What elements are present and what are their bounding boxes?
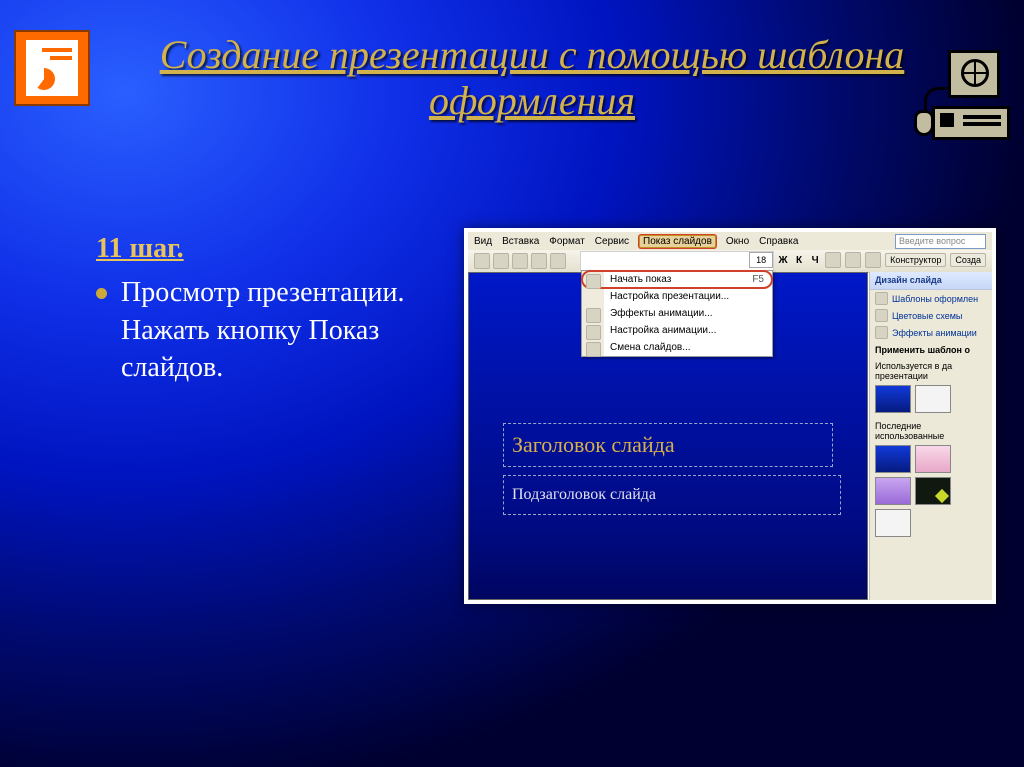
- menu-item-label: Настройка анимации...: [610, 325, 716, 336]
- align-icon[interactable]: [825, 252, 841, 268]
- star-icon: [586, 325, 601, 340]
- slideshow-dropdown: Начать показ F5 Настройка презентации...…: [581, 270, 773, 357]
- font-size-field[interactable]: 18: [749, 252, 773, 268]
- bullet-icon: [96, 288, 107, 299]
- toolbar-icon[interactable]: [550, 253, 566, 269]
- menu-view[interactable]: Вид: [474, 236, 492, 247]
- pane-link-anim[interactable]: Эффекты анимации: [870, 324, 992, 341]
- transition-icon: [586, 342, 601, 357]
- menu-item-custom-anim[interactable]: Настройка анимации...: [582, 322, 772, 339]
- menu-item-label: Эффекты анимации...: [610, 308, 713, 319]
- template-thumb[interactable]: [915, 477, 951, 505]
- menu-item-transition[interactable]: Смена слайдов...: [582, 339, 772, 356]
- menu-format[interactable]: Формат: [549, 236, 585, 247]
- toolbar-icon[interactable]: [512, 253, 528, 269]
- italic-button[interactable]: К: [793, 255, 805, 266]
- toolbar-icon[interactable]: [493, 253, 509, 269]
- pane-link-templates[interactable]: Шаблоны оформлен: [870, 290, 992, 307]
- subtitle-placeholder[interactable]: Подзаголовок слайда: [503, 475, 841, 515]
- star-icon: [586, 308, 601, 323]
- projector-icon: [586, 274, 601, 289]
- menu-item-start-show[interactable]: Начать показ F5: [582, 271, 772, 288]
- pane-thumbs-recent: [870, 443, 992, 541]
- toolbar-icon[interactable]: [474, 253, 490, 269]
- template-thumb[interactable]: [915, 445, 951, 473]
- menubar: Вид Вставка Формат Сервис Показ слайдов …: [468, 232, 992, 251]
- designer-button[interactable]: Конструктор: [885, 253, 946, 267]
- create-button[interactable]: Созда: [950, 253, 986, 267]
- menu-item-label: Настройка презентации...: [610, 291, 729, 302]
- menu-item-setup-show[interactable]: Настройка презентации...: [582, 288, 772, 305]
- template-thumb[interactable]: [875, 385, 911, 413]
- slide-title: Создание презентации с помощью шаблона о…: [150, 32, 914, 124]
- pane-apply-label: Применить шаблон о: [870, 341, 992, 357]
- pane-link-colors[interactable]: Цветовые схемы: [870, 307, 992, 324]
- presentation-icon: [14, 30, 90, 106]
- title-placeholder[interactable]: Заголовок слайда: [503, 423, 833, 467]
- menu-item-shortcut: F5: [752, 274, 764, 285]
- template-thumb[interactable]: [915, 385, 951, 413]
- menu-help[interactable]: Справка: [759, 236, 798, 247]
- pane-header: Дизайн слайда: [870, 272, 992, 290]
- menu-slideshow[interactable]: Показ слайдов: [639, 235, 716, 248]
- align-icon[interactable]: [845, 252, 861, 268]
- design-task-pane: Дизайн слайда Шаблоны оформлен Цветовые …: [869, 272, 992, 600]
- align-icon[interactable]: [865, 252, 881, 268]
- menu-insert[interactable]: Вставка: [502, 236, 539, 247]
- template-thumb[interactable]: [875, 477, 911, 505]
- menu-item-label: Смена слайдов...: [610, 342, 691, 353]
- pane-section-recent: Последние использованные: [870, 417, 992, 443]
- template-thumb[interactable]: [875, 509, 911, 537]
- embedded-screenshot: Вид Вставка Формат Сервис Показ слайдов …: [464, 228, 996, 604]
- pane-section-used: Используется в да презентации: [870, 357, 992, 383]
- step-label: 11 шаг.: [96, 230, 426, 268]
- palette-icon: [875, 309, 888, 322]
- menu-item-anim-effects[interactable]: Эффекты анимации...: [582, 305, 772, 322]
- underline-button[interactable]: Ч: [809, 255, 821, 266]
- computer-icon: [914, 50, 1010, 140]
- body-text: 11 шаг. Просмотр презентации. Нажать кно…: [96, 230, 426, 387]
- bold-button[interactable]: Ж: [777, 255, 789, 266]
- bullet-item: Просмотр презентации. Нажать кнопку Пока…: [96, 274, 426, 387]
- menu-tools[interactable]: Сервис: [595, 236, 629, 247]
- bullet-text: Просмотр презентации. Нажать кнопку Пока…: [121, 274, 426, 387]
- ask-question-input[interactable]: Введите вопрос: [895, 234, 986, 249]
- slide: Создание презентации с помощью шаблона о…: [0, 0, 1024, 767]
- templates-icon: [875, 292, 888, 305]
- toolbar-icon[interactable]: [531, 253, 547, 269]
- menu-item-label: Начать показ: [610, 274, 671, 285]
- menu-window[interactable]: Окно: [726, 236, 749, 247]
- template-thumb[interactable]: [875, 445, 911, 473]
- star-icon: [875, 326, 888, 339]
- pane-thumbs-used: [870, 383, 992, 417]
